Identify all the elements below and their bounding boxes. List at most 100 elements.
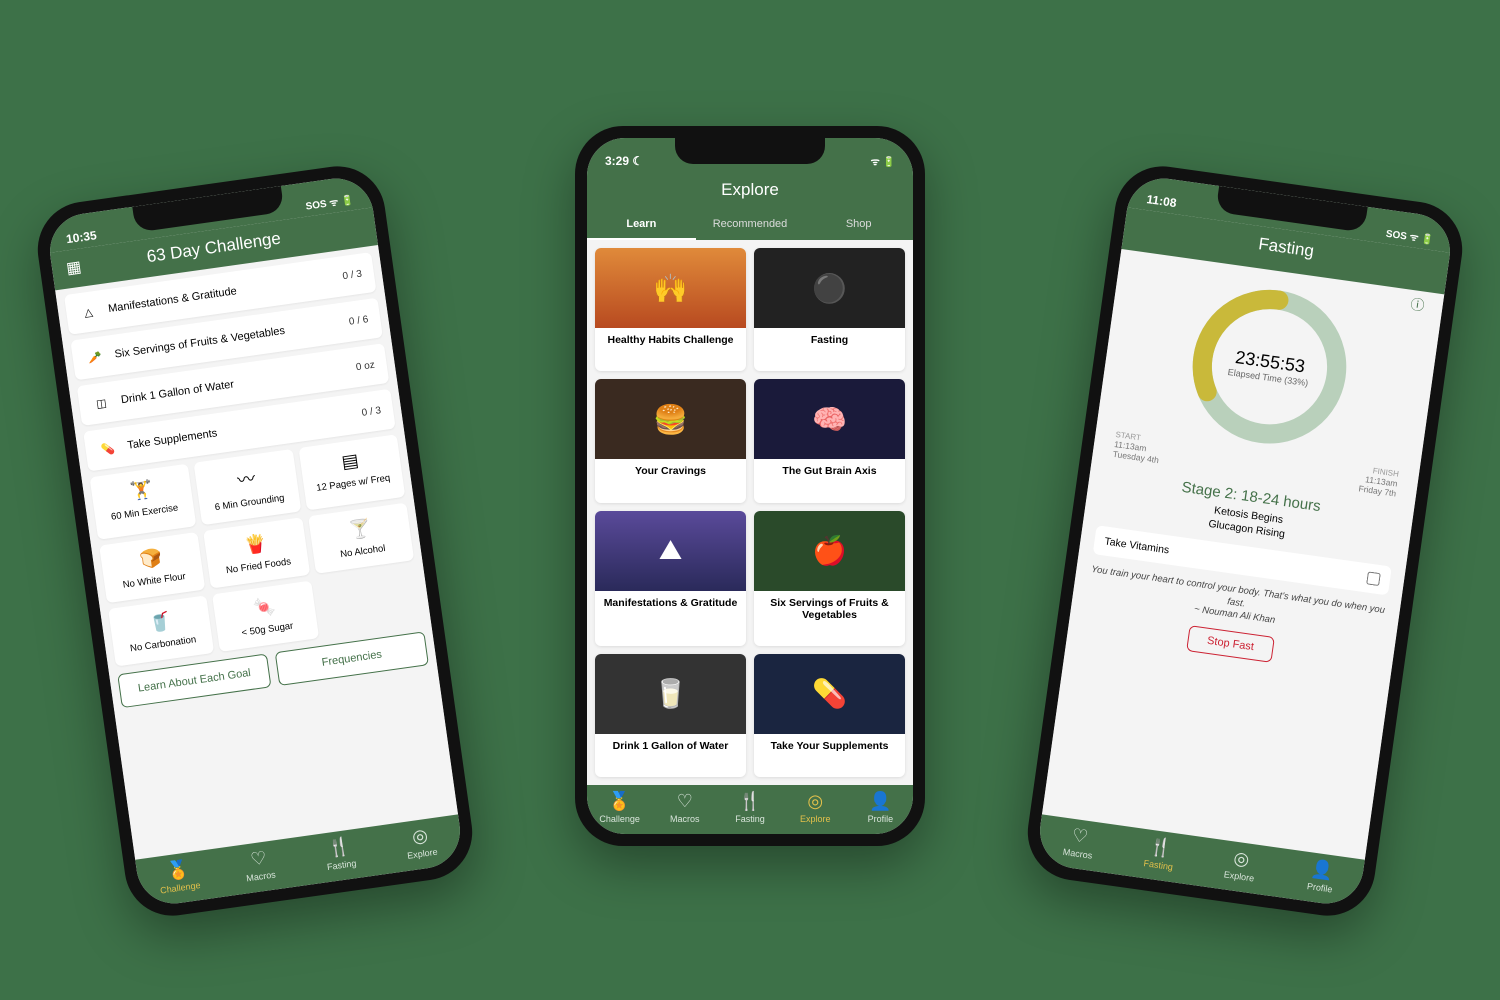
tabbar-item-explore[interactable]: ◎ Explore [783,791,848,824]
stage-desc: Ketosis Begins Glucagon Rising [1208,504,1288,542]
tile-icon: 🍟 [243,533,268,557]
tab-shop[interactable]: Shop [804,210,913,240]
card-title: The Gut Brain Axis [754,459,905,483]
header: Explore [587,172,913,210]
explore-grid[interactable]: 🙌 Healthy Habits Challenge ⚫ Fasting 🍔 Y… [587,240,913,785]
tabbar-item-challenge[interactable]: 🏅 Challenge [587,791,652,824]
tile-icon: ▤ [340,450,360,473]
status-time: 11:08 [1146,192,1178,210]
challenge-content: △ Manifestations & Gratitude 0 / 3 🥕 Six… [55,245,458,860]
fasting-icon: 🍴 [717,791,782,812]
card-image: 🙌 [595,248,746,328]
card-title: Six Servings of Fruits & Vegetables [754,591,905,627]
tabbar-label: Fasting [735,814,765,824]
tabbar-label: Profile [1306,881,1333,894]
status-right: SOS ᯤ 🔋 [305,192,355,213]
tile-label: No Fried Foods [225,556,291,576]
habit-tile[interactable]: 🍟 No Fried Foods [203,517,309,588]
habit-tile[interactable]: 🏋 60 Min Exercise [90,464,197,540]
tile-label: No Carbonation [129,634,196,654]
tile-label: < 50g Sugar [241,621,294,639]
habit-count: 0 oz [355,359,375,373]
challenge-icon: 🏅 [136,854,220,886]
card-title: Manifestations & Gratitude [595,591,746,615]
habit-icon: △ [77,301,100,324]
habit-tile[interactable]: 🍞 No White Flour [99,532,205,603]
calendar-icon[interactable]: ▦ [65,257,83,279]
habit-icon: 🥕 [84,346,107,369]
card-image: ⚫ [754,248,905,328]
explore-card[interactable]: 🙌 Healthy Habits Challenge [595,248,746,371]
card-title: Healthy Habits Challenge [595,328,746,352]
tabbar-label: Fasting [326,858,357,872]
habit-icon: ◫ [90,392,113,415]
task-label: Take Vitamins [1104,535,1170,556]
status-right: ᯤ 🔋 [871,154,895,168]
explore-card[interactable]: 🥛 Drink 1 Gallon of Water [595,654,746,777]
macros-icon: ♡ [652,791,717,812]
tabbar-label: Macros [670,814,700,824]
phone-explore: 3:29 ☾ ᯤ 🔋 Explore LearnRecommendedShop … [575,126,925,846]
tabbar-label: Explore [800,814,831,824]
tile-icon: 🍬 [252,596,277,620]
card-title: Fasting [754,328,905,352]
habit-tile[interactable]: 〰 6 Min Grounding [194,449,301,525]
explore-card[interactable]: ⛰ Manifestations & Gratitude [595,511,746,646]
tabbar-item-fasting[interactable]: 🍴 Fasting [1117,832,1202,876]
info-icon[interactable]: ⓘ [1409,294,1426,316]
tabbar-label: Explore [1223,869,1255,883]
explore-card[interactable]: 🍎 Six Servings of Fruits & Vegetables [754,511,905,646]
tabbar-item-explore[interactable]: ◎ Explore [378,820,463,864]
explore-icon: ◎ [378,820,462,852]
challenge-icon: 🏅 [587,791,652,812]
tabbar-label: Fasting [1143,858,1174,872]
tabbar-item-profile[interactable]: 👤 Profile [1279,854,1364,898]
tabbar-item-macros[interactable]: ♡ Macros [1037,820,1122,864]
macros-icon: ♡ [217,843,301,875]
explore-icon: ◎ [783,791,848,812]
card-image: 🧠 [754,379,905,459]
tabbar-item-fasting[interactable]: 🍴 Fasting [717,791,782,824]
phone-challenge: 10:35 SOS ᯤ 🔋 ▦ 63 Day Challenge △ Manif… [32,160,479,922]
tabbar-item-fasting[interactable]: 🍴 Fasting [297,832,382,876]
page-title: Explore [597,180,903,200]
tabbar-item-explore[interactable]: ◎ Explore [1198,843,1283,887]
habit-count: 0 / 6 [348,314,369,328]
tabbar-item-macros[interactable]: ♡ Macros [652,791,717,824]
tabbar-label: Macros [246,869,277,883]
task-checkbox[interactable] [1366,572,1381,587]
fasting-ring: 23:55:53 Elapsed Time (33%) [1179,276,1360,457]
tab-learn[interactable]: Learn [587,210,696,240]
explore-card[interactable]: 🧠 The Gut Brain Axis [754,379,905,502]
fasting-icon: 🍴 [297,832,381,864]
tile-icon: 🍞 [139,547,164,571]
tabbar-item-profile[interactable]: 👤 Profile [848,791,913,824]
tab-recommended[interactable]: Recommended [696,210,805,240]
card-title: Your Cravings [595,459,746,483]
tile-icon: 🏋 [129,479,154,503]
status-time: 10:35 [65,228,97,246]
stop-fast-button[interactable]: Stop Fast [1187,626,1275,664]
habit-tile[interactable]: 🍸 No Alcohol [308,503,414,574]
card-title: Take Your Supplements [754,734,905,758]
profile-icon: 👤 [1280,854,1364,886]
tabbar-label: Profile [868,814,894,824]
habit-icon: 💊 [96,437,119,460]
tile-label: 6 Min Grounding [214,493,285,514]
card-image: 🍎 [754,511,905,591]
habit-count: 0 / 3 [361,405,382,419]
tabbar-item-challenge[interactable]: 🏅 Challenge [136,854,221,898]
explore-card[interactable]: ⚫ Fasting [754,248,905,371]
status-time: 3:29 ☾ [605,154,643,168]
tabbar-label: Challenge [599,814,640,824]
habit-tile[interactable]: ▤ 12 Pages w/ Freq [298,434,405,510]
tabbar-item-macros[interactable]: ♡ Macros [217,843,302,887]
habit-count: 0 / 3 [342,268,363,282]
explore-card[interactable]: 💊 Take Your Supplements [754,654,905,777]
tile-icon: 🥤 [148,611,173,635]
tile-label: 12 Pages w/ Freq [316,473,391,494]
tile-label: No White Flour [122,571,186,591]
tile-icon: 〰 [235,464,256,492]
tile-icon: 🍸 [347,518,372,542]
explore-card[interactable]: 🍔 Your Cravings [595,379,746,502]
